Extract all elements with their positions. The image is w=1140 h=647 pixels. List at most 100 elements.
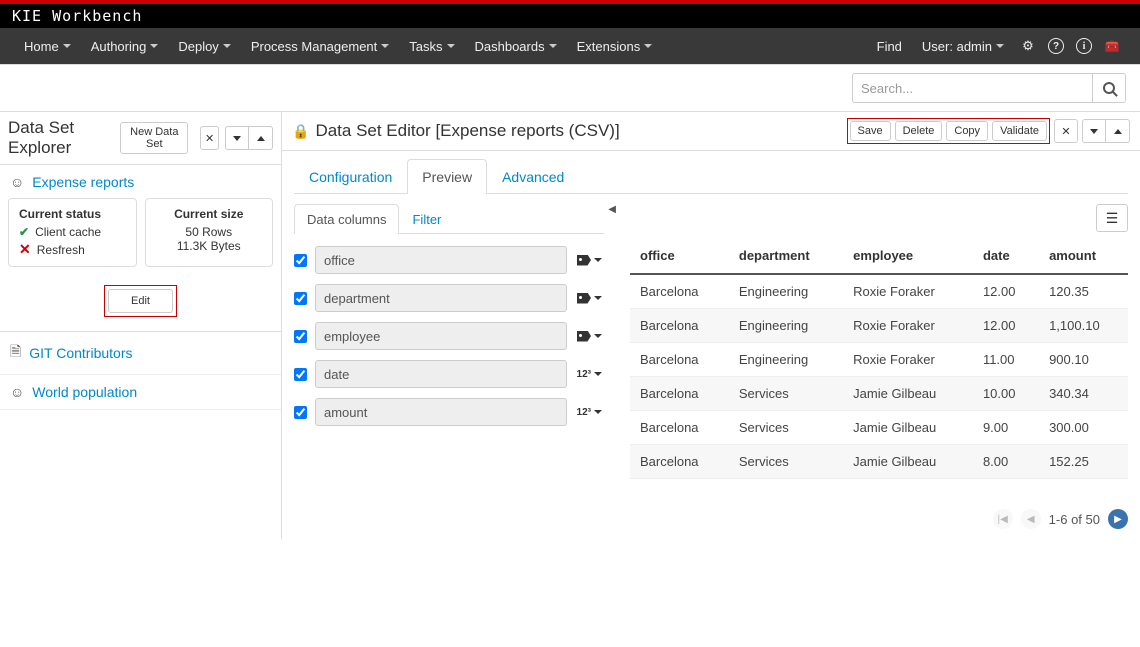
column-row-department <box>294 284 604 312</box>
column-name-input[interactable] <box>315 398 567 426</box>
table-cell: Services <box>729 377 843 411</box>
splitter[interactable]: ◀ <box>604 204 616 529</box>
check-icon: ✔ <box>19 225 29 239</box>
column-header-date[interactable]: date <box>973 238 1039 274</box>
close-panel-button[interactable] <box>200 126 219 150</box>
column-header-office[interactable]: office <box>630 238 729 274</box>
editor-title: Data Set Editor [Expense reports (CSV)] <box>315 121 619 141</box>
table-cell: Roxie Foraker <box>843 343 973 377</box>
table-cell: 152.25 <box>1039 445 1128 479</box>
column-checkbox[interactable] <box>294 406 307 419</box>
table-cell: Roxie Foraker <box>843 274 973 309</box>
table-cell: 12.00 <box>973 309 1039 343</box>
column-checkbox[interactable] <box>294 292 307 305</box>
chevron-up-icon <box>257 132 265 144</box>
gear-icon[interactable] <box>1014 38 1042 54</box>
column-checkbox[interactable] <box>294 254 307 267</box>
column-header-amount[interactable]: amount <box>1039 238 1128 274</box>
table-cell: Services <box>729 445 843 479</box>
table-cell: Jamie Gilbeau <box>843 411 973 445</box>
explorer-item-world-population[interactable]: World population <box>0 375 281 410</box>
tab-preview[interactable]: Preview <box>407 159 487 194</box>
column-type-button[interactable]: 12³ <box>575 404 604 421</box>
explorer-item-label: World population <box>32 384 137 400</box>
status-refresh: Resfresh <box>37 243 85 257</box>
preview-subtabs: Data columnsFilter <box>294 204 604 234</box>
tab-advanced[interactable]: Advanced <box>487 159 579 194</box>
column-type-button[interactable] <box>575 252 604 269</box>
explorer-item-expense-reports[interactable]: Expense reports <box>0 165 281 194</box>
data-table: officedepartmentemployeedateamount Barce… <box>630 238 1128 479</box>
search-input[interactable] <box>852 73 1092 103</box>
column-type-button[interactable] <box>575 328 604 345</box>
nav-item-authoring[interactable]: Authoring <box>81 28 169 64</box>
table-cell: 300.00 <box>1039 411 1128 445</box>
size-rows: 50 Rows <box>156 225 263 239</box>
help-icon[interactable] <box>1042 38 1070 54</box>
column-checkbox[interactable] <box>294 368 307 381</box>
nav-item-home[interactable]: Home <box>14 28 81 64</box>
toolbox-icon[interactable] <box>1098 39 1126 53</box>
explorer-item-label: GIT Contributors <box>29 345 132 361</box>
table-row[interactable]: BarcelonaServicesJamie Gilbeau9.00300.00 <box>630 411 1128 445</box>
explorer-item-git-contributors[interactable]: GIT Contributors <box>0 332 281 375</box>
collapse-panel-button[interactable] <box>249 126 273 150</box>
column-header-department[interactable]: department <box>729 238 843 274</box>
table-row[interactable]: BarcelonaEngineeringRoxie Foraker11.0090… <box>630 343 1128 377</box>
close-editor-button[interactable] <box>1054 119 1078 143</box>
table-cell: 12.00 <box>973 274 1039 309</box>
chevron-up-icon <box>1114 125 1122 137</box>
column-name-input[interactable] <box>315 360 567 388</box>
panel-menu-button[interactable] <box>225 126 249 150</box>
table-row[interactable]: BarcelonaServicesJamie Gilbeau8.00152.25 <box>630 445 1128 479</box>
editor-tabs: ConfigurationPreviewAdvanced <box>294 159 1128 194</box>
pager-first[interactable]: |◀ <box>993 509 1013 529</box>
table-cell: 120.35 <box>1039 274 1128 309</box>
search-button[interactable] <box>1092 73 1126 103</box>
nav-find[interactable]: Find <box>867 28 912 64</box>
nav-item-dashboards[interactable]: Dashboards <box>465 28 567 64</box>
table-cell: Services <box>729 411 843 445</box>
table-cell: Barcelona <box>630 309 729 343</box>
label-type-icon <box>577 293 591 304</box>
edit-button[interactable]: Edit <box>108 289 173 313</box>
dataset-icon <box>10 174 24 190</box>
pager: |◀ ◀ 1-6 of 50 ▶ <box>630 509 1128 529</box>
delete-button[interactable]: Delete <box>895 121 943 141</box>
column-name-input[interactable] <box>315 322 567 350</box>
table-cell: Engineering <box>729 309 843 343</box>
nav-item-deploy[interactable]: Deploy <box>168 28 240 64</box>
nav-item-extensions[interactable]: Extensions <box>567 28 663 64</box>
save-button[interactable]: Save <box>850 121 891 141</box>
column-header-employee[interactable]: employee <box>843 238 973 274</box>
editor-menu-button[interactable] <box>1082 119 1106 143</box>
new-data-set-button[interactable]: New Data Set <box>120 122 188 154</box>
column-name-input[interactable] <box>315 246 567 274</box>
copy-button[interactable]: Copy <box>946 121 988 141</box>
column-checkbox[interactable] <box>294 330 307 343</box>
data-set-editor: Data Set Editor [Expense reports (CSV)] … <box>282 112 1140 539</box>
table-cell: 8.00 <box>973 445 1039 479</box>
subtab-data-columns[interactable]: Data columns <box>294 204 399 234</box>
info-icon[interactable] <box>1070 38 1098 54</box>
list-view-button[interactable]: ☰ <box>1096 204 1128 232</box>
column-type-button[interactable] <box>575 290 604 307</box>
subtab-filter[interactable]: Filter <box>399 204 454 234</box>
nav-item-tasks[interactable]: Tasks <box>399 28 464 64</box>
lock-icon <box>292 123 309 140</box>
dataset-status: Current status ✔Client cache ✕Resfresh C… <box>0 194 281 277</box>
nav-item-process-management[interactable]: Process Management <box>241 28 399 64</box>
column-name-input[interactable] <box>315 284 567 312</box>
table-row[interactable]: BarcelonaServicesJamie Gilbeau10.00340.3… <box>630 377 1128 411</box>
table-row[interactable]: BarcelonaEngineeringRoxie Foraker12.0012… <box>630 274 1128 309</box>
column-row-amount: 12³ <box>294 398 604 426</box>
column-type-button[interactable]: 12³ <box>575 366 604 383</box>
pager-prev[interactable]: ◀ <box>1021 509 1041 529</box>
table-cell: 11.00 <box>973 343 1039 377</box>
table-row[interactable]: BarcelonaEngineeringRoxie Foraker12.001,… <box>630 309 1128 343</box>
collapse-editor-button[interactable] <box>1106 119 1130 143</box>
nav-user[interactable]: User: admin <box>912 28 1014 64</box>
validate-button[interactable]: Validate <box>992 121 1047 141</box>
tab-configuration[interactable]: Configuration <box>294 159 407 194</box>
pager-next[interactable]: ▶ <box>1108 509 1128 529</box>
